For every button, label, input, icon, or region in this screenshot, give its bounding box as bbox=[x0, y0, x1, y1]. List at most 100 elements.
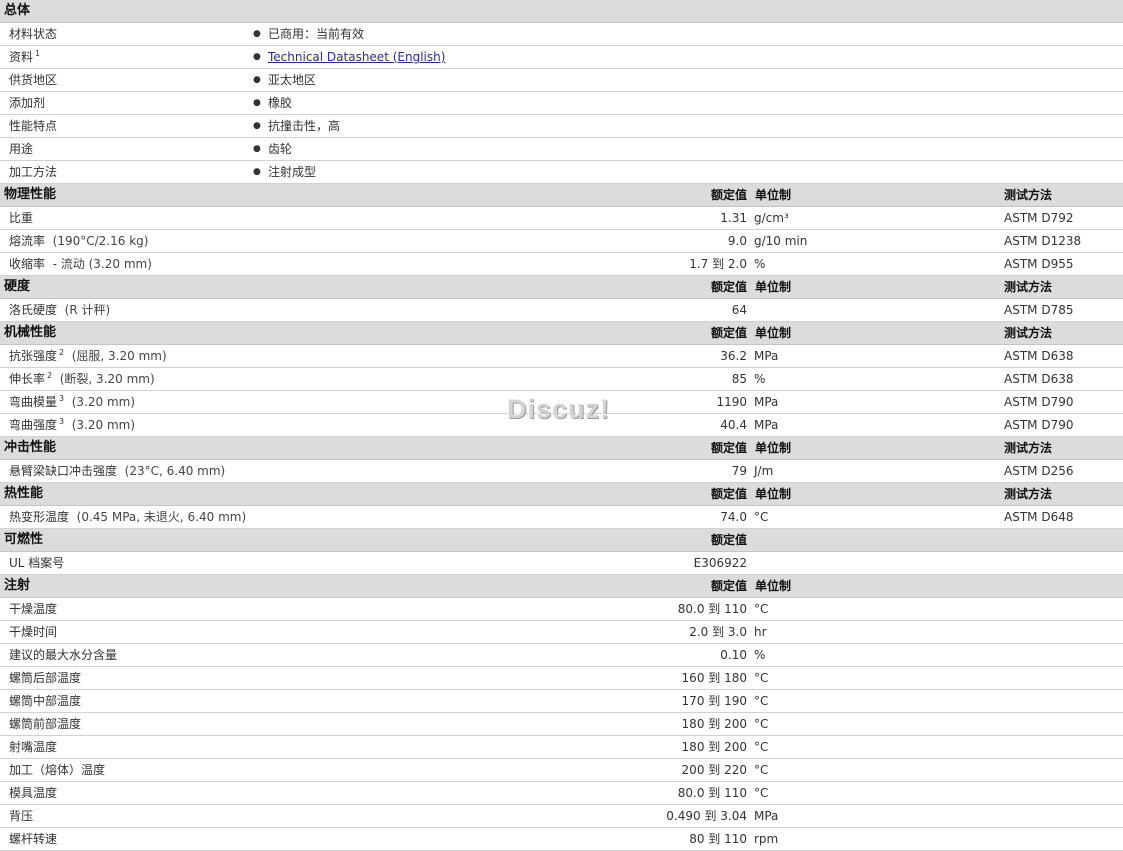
section-title: 机械性能 bbox=[4, 325, 57, 340]
unit-column-header: 单位制 bbox=[755, 487, 792, 501]
property-row: 材料状态 ● 已商用：当前有效 bbox=[0, 23, 1123, 46]
nominal-value: 80.0 到 110 bbox=[677, 786, 747, 800]
unit-value: °C bbox=[754, 510, 769, 524]
property-name-text: 螺筒后部温度 bbox=[9, 671, 82, 685]
test-method: ASTM D785 bbox=[1004, 303, 1074, 317]
nominal-value: 180 到 200 bbox=[681, 740, 747, 754]
unit-value: °C bbox=[754, 671, 769, 685]
property-description: 齿轮 bbox=[268, 142, 293, 156]
unit-column-header: 单位制 bbox=[755, 188, 792, 202]
property-name-text: 弯曲模量 bbox=[9, 395, 58, 409]
property-name-text: 射嘴温度 bbox=[9, 740, 58, 754]
section-title: 注射 bbox=[4, 578, 31, 593]
nominal-value: 180 到 200 bbox=[681, 717, 747, 731]
property-name-text: 模具温度 bbox=[9, 786, 58, 800]
property-name-text: 供货地区 bbox=[9, 73, 58, 87]
unit-value: MPa bbox=[754, 395, 779, 409]
unit-value: °C bbox=[754, 786, 769, 800]
property-name: 熔流率 (190°C/2.16 kg) bbox=[9, 230, 148, 252]
test-condition: (屈服, 3.20 mm) bbox=[71, 349, 167, 363]
nominal-value: 80.0 到 110 bbox=[677, 602, 747, 616]
property-description: 已商用：当前有效 bbox=[268, 27, 365, 41]
property-name-text: 用途 bbox=[9, 142, 34, 156]
property-name-text: 洛氏硬度 bbox=[9, 303, 58, 317]
property-name: 资料 1 bbox=[9, 46, 40, 70]
test-condition: (3.20 mm) bbox=[71, 418, 136, 432]
property-row: 比重 1.31 g/cm³ ASTM D792 bbox=[0, 207, 1123, 230]
datasheet-link[interactable]: Technical Datasheet (English) bbox=[268, 50, 445, 64]
section-title: 热性能 bbox=[4, 486, 44, 501]
nominal-value: 85 bbox=[731, 372, 747, 386]
property-name: 抗张强度 2 (屈服, 3.20 mm) bbox=[9, 345, 167, 369]
unit-value: hr bbox=[754, 625, 767, 639]
property-row: 加工方法 ● 注射成型 bbox=[0, 161, 1123, 184]
nominal-value: 170 到 190 bbox=[681, 694, 747, 708]
footnote-marker: 3 bbox=[59, 394, 65, 403]
property-row: 添加剂 ● 橡胶 bbox=[0, 92, 1123, 115]
property-name: 收缩率 - 流动 (3.20 mm) bbox=[9, 253, 152, 275]
property-name-text: 资料 bbox=[9, 50, 34, 64]
property-name: 螺筒中部温度 bbox=[9, 690, 81, 712]
property-name-text: 熔流率 bbox=[9, 234, 46, 248]
property-name-text: 伸长率 bbox=[9, 372, 46, 386]
property-name: 螺杆转速 bbox=[9, 828, 57, 850]
property-row: 性能特点 ● 抗撞击性，高 bbox=[0, 115, 1123, 138]
bullet-icon: ● bbox=[253, 121, 261, 131]
section-title: 硬度 bbox=[4, 279, 31, 294]
value-column-header: 额定值 bbox=[710, 326, 747, 340]
test-condition: - 流动 (3.20 mm) bbox=[52, 257, 152, 271]
property-description: 抗撞击性，高 bbox=[268, 119, 341, 133]
property-row: 建议的最大水分含量 0.10% bbox=[0, 644, 1123, 667]
property-row: 抗张强度 2 (屈服, 3.20 mm) 36.2 MPa ASTM D638 bbox=[0, 345, 1123, 368]
bullet-icon: ● bbox=[253, 52, 261, 62]
property-row: 伸长率 2 (断裂, 3.20 mm) 85% ASTM D638 bbox=[0, 368, 1123, 391]
unit-value: °C bbox=[754, 717, 769, 731]
property-name: 比重 bbox=[9, 207, 33, 229]
property-row: 用途 ● 齿轮 bbox=[0, 138, 1123, 161]
section-header: 物理性能 额定值 单位制 测试方法 bbox=[0, 184, 1123, 207]
unit-value: % bbox=[754, 257, 766, 271]
datasheet-table: 总体 材料状态 ● 已商用：当前有效 资料 1 ● Technical Datasheet (… bbox=[0, 0, 1123, 851]
unit-value: g/10 min bbox=[754, 234, 808, 248]
property-name-text: 收缩率 bbox=[9, 257, 46, 271]
section-header: 硬度 额定值 单位制 测试方法 bbox=[0, 276, 1123, 299]
test-method-column-header: 测试方法 bbox=[1004, 280, 1053, 294]
property-name-text: 螺筒中部温度 bbox=[9, 694, 82, 708]
property-name: 干燥时间 bbox=[9, 621, 57, 643]
property-name-text: 悬臂梁缺口冲击强度 bbox=[9, 464, 118, 478]
section-title: 可燃性 bbox=[4, 532, 44, 547]
value-column-header: 额定值 bbox=[710, 188, 747, 202]
test-method: ASTM D955 bbox=[1004, 257, 1074, 271]
value-column-header: 额定值 bbox=[710, 487, 747, 501]
nominal-value: 64 bbox=[731, 303, 747, 317]
bullet-icon: ● bbox=[253, 29, 261, 39]
unit-value: °C bbox=[754, 694, 769, 708]
nominal-value: 74.0 bbox=[720, 510, 747, 524]
unit-value: g/cm³ bbox=[754, 211, 789, 225]
footnote-marker: 1 bbox=[35, 49, 41, 58]
property-row: 熔流率 (190°C/2.16 kg) 9.0 g/10 min ASTM D1238 bbox=[0, 230, 1123, 253]
test-condition: (23°C, 6.40 mm) bbox=[124, 464, 226, 478]
property-name: 加工（熔体）温度 bbox=[9, 759, 105, 781]
property-name-text: 添加剂 bbox=[9, 96, 46, 110]
property-name-text: 材料状态 bbox=[9, 27, 58, 41]
nominal-value: 200 到 220 bbox=[681, 763, 747, 777]
test-method-column-header: 测试方法 bbox=[1004, 441, 1053, 455]
value-column-header: 额定值 bbox=[710, 533, 747, 547]
test-method: ASTM D790 bbox=[1004, 395, 1074, 409]
test-method-column-header: 测试方法 bbox=[1004, 326, 1053, 340]
nominal-value: 0.10 bbox=[720, 648, 747, 662]
property-name-text: 抗张强度 bbox=[9, 349, 58, 363]
property-name-text: 加工（熔体）温度 bbox=[9, 763, 106, 777]
test-condition: (断裂, 3.20 mm) bbox=[59, 372, 155, 386]
section-header: 机械性能 额定值 单位制 测试方法 bbox=[0, 322, 1123, 345]
property-row: 热变形温度 (0.45 MPa, 未退火, 6.40 mm) 74.0 °C ASTM… bbox=[0, 506, 1123, 529]
test-method: ASTM D648 bbox=[1004, 510, 1074, 524]
property-name: 供货地区 bbox=[9, 69, 57, 91]
property-name: 加工方法 bbox=[9, 161, 57, 183]
nominal-value: 36.2 bbox=[720, 349, 747, 363]
unit-column-header: 单位制 bbox=[755, 441, 792, 455]
property-name-text: UL 档案号 bbox=[9, 556, 65, 570]
footnote-marker: 2 bbox=[47, 371, 53, 380]
property-row: 干燥温度 80.0 到 110 °C bbox=[0, 598, 1123, 621]
